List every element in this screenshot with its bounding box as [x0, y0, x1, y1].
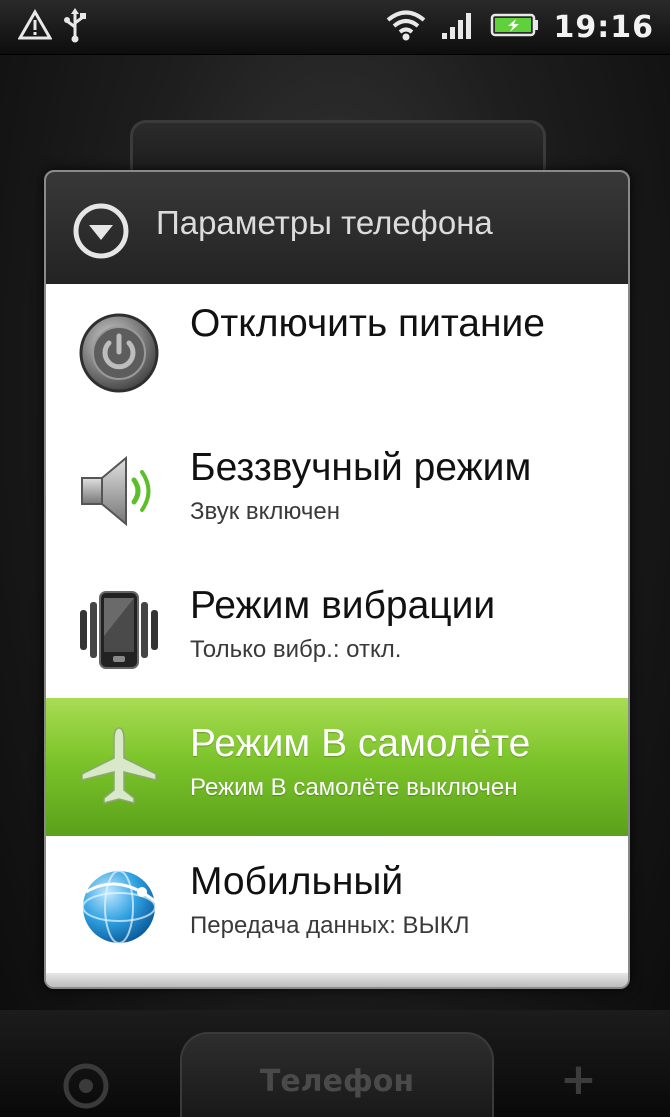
menu-item-vibrate-mode[interactable]: Режим вибрации Только вибр.: откл.	[46, 560, 628, 700]
menu-item-mobile-data[interactable]: Мобильный Передача данных: ВЫКЛ	[46, 836, 628, 976]
wifi-icon	[386, 9, 426, 45]
menu-item-subtitle: Режим В самолёте выключен	[190, 774, 518, 801]
menu-item-subtitle: Передача данных: ВЫКЛ	[190, 912, 470, 939]
phone-screen: 19:16 Телефон + Параметры телефона Отклю…	[0, 0, 670, 1117]
home-dock: Телефон +	[0, 1010, 670, 1117]
menu-item-subtitle: Звук включен	[190, 498, 340, 525]
phone-dock-button[interactable]: Телефон	[180, 1032, 494, 1117]
menu-item-title: Режим В самолёте	[190, 722, 531, 765]
battery-icon	[490, 12, 540, 42]
menu-item-airplane-mode[interactable]: Режим В самолёте Режим В самолёте выключ…	[46, 698, 628, 838]
menu-item-title: Беззвучный режим	[190, 446, 532, 489]
menu-item-silent-mode[interactable]: Беззвучный режим Звук включен	[46, 422, 628, 562]
dialog-title: Параметры телефона	[156, 204, 493, 241]
phone-options-dialog: Параметры телефона Отключить питание Без…	[44, 170, 630, 989]
status-clock: 19:16	[553, 9, 654, 45]
menu-item-subtitle: Только вибр.: откл.	[190, 636, 402, 663]
chevron-down-icon	[72, 202, 130, 264]
all-apps-icon[interactable]	[60, 1060, 112, 1116]
menu-item-title: Режим вибрации	[190, 584, 496, 627]
vibrate-icon	[76, 586, 162, 672]
menu-item-title: Отключить питание	[190, 302, 545, 345]
dialog-footer	[46, 973, 628, 987]
status-bar: 19:16	[0, 0, 670, 55]
add-icon[interactable]: +	[560, 1058, 597, 1102]
globe-icon	[76, 862, 162, 948]
airplane-icon	[76, 724, 162, 810]
dialog-header: Параметры телефона	[46, 172, 628, 285]
power-icon	[76, 310, 162, 396]
warning-icon	[17, 8, 53, 45]
phone-dock-label: Телефон	[259, 1064, 415, 1099]
menu-item-title: Мобильный	[190, 860, 404, 903]
usb-icon	[62, 7, 88, 47]
menu-item-power-off[interactable]: Отключить питание	[46, 284, 628, 424]
signal-icon	[440, 9, 476, 45]
speaker-icon	[76, 448, 162, 534]
